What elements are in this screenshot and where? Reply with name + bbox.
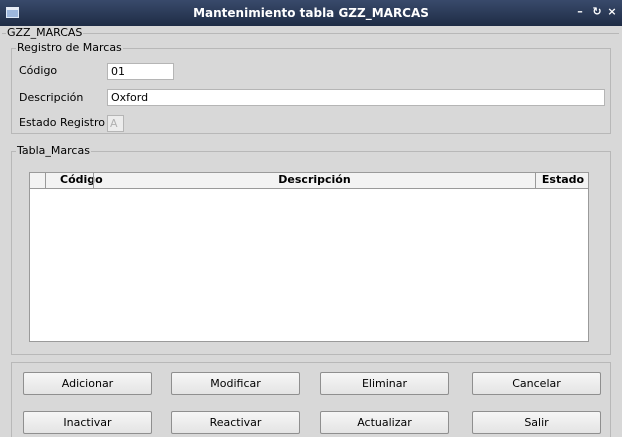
outer-group-legend: GZZ_MARCAS (6, 26, 84, 40)
button-panel: Adicionar Modificar Eliminar Cancelar In… (11, 362, 611, 437)
reactivar-button[interactable]: Reactivar (171, 411, 300, 434)
window-client-area: GZZ_MARCAS Registro de Marcas Código Des… (0, 26, 622, 437)
salir-button[interactable]: Salir (472, 411, 601, 434)
tabla-group-legend: Tabla_Marcas (16, 144, 91, 158)
estado-registro-field (107, 115, 124, 132)
window-titlebar[interactable]: Mantenimiento tabla GZZ_MARCAS – ↻ × (0, 0, 622, 26)
codigo-label: Código (19, 64, 58, 77)
eliminar-button[interactable]: Eliminar (320, 372, 449, 395)
registro-group: Registro de Marcas Código Descripción Es… (11, 41, 611, 134)
actualizar-button[interactable]: Actualizar (320, 411, 449, 434)
minimize-icon[interactable]: – (574, 5, 586, 18)
descripcion-label: Descripción (19, 91, 84, 104)
codigo-field[interactable] (107, 63, 174, 80)
row-header-corner (30, 173, 45, 188)
tabla-group: Tabla_Marcas Código Descripción Estado (11, 144, 611, 355)
column-header-estado[interactable]: Estado (535, 173, 590, 188)
modificar-button[interactable]: Modificar (171, 372, 300, 395)
estado-registro-label: Estado Registro (19, 116, 105, 129)
column-header-codigo[interactable]: Código (45, 173, 103, 188)
marcas-table[interactable]: Código Descripción Estado (29, 172, 589, 342)
cancelar-button[interactable]: Cancelar (472, 372, 601, 395)
window-title: Mantenimiento tabla GZZ_MARCAS (193, 6, 429, 20)
table-header: Código Descripción Estado (30, 173, 588, 189)
inactivar-button[interactable]: Inactivar (23, 411, 152, 434)
close-icon[interactable]: × (606, 5, 618, 18)
restore-icon[interactable]: ↻ (591, 5, 603, 18)
table-body[interactable] (30, 189, 588, 341)
registro-group-legend: Registro de Marcas (16, 41, 123, 55)
descripcion-field[interactable] (107, 89, 605, 106)
column-header-descripcion[interactable]: Descripción (93, 173, 535, 188)
adicionar-button[interactable]: Adicionar (23, 372, 152, 395)
